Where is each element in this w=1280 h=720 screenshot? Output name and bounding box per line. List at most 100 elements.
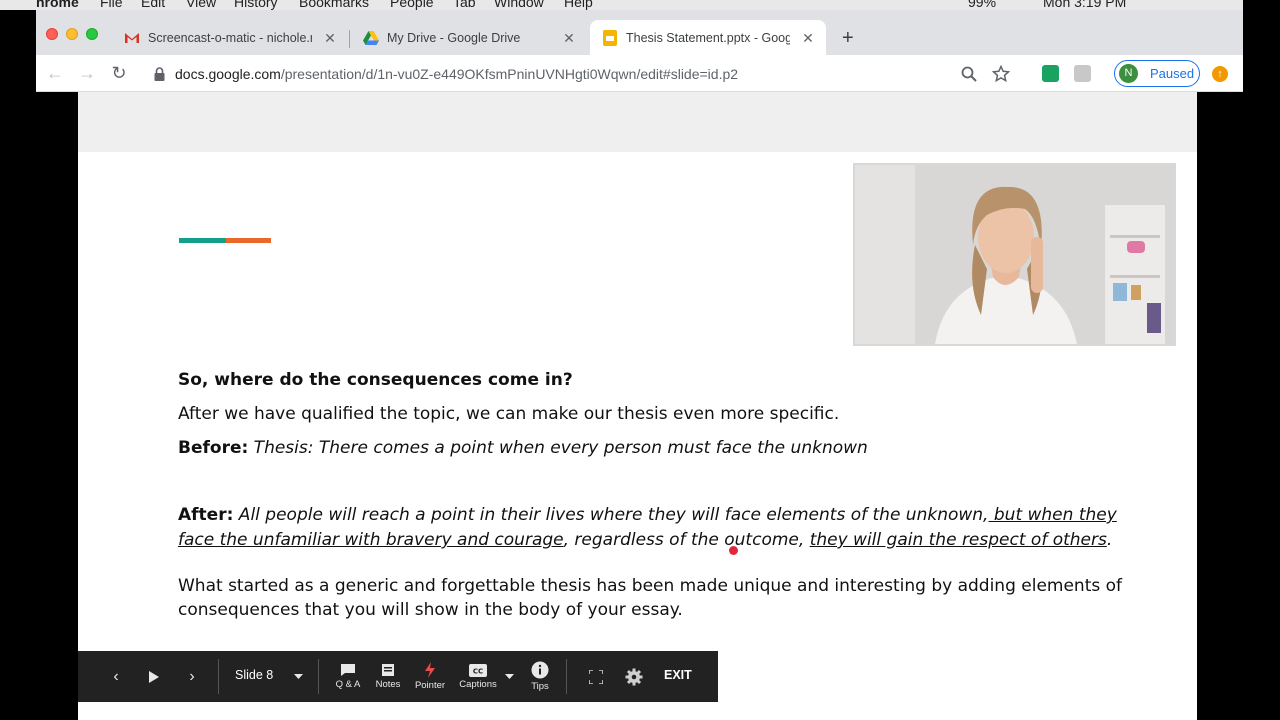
chrome-window: Screencast-o-matic - nichole.r ✕ My Driv…	[36, 10, 1243, 720]
google-slides-icon	[602, 29, 618, 46]
address-bar[interactable]: docs.google.com/presentation/d/1n-vu0Z-e…	[142, 59, 1108, 89]
screen: hrome File Edit View History Bookmarks P…	[0, 0, 1280, 720]
exit-button[interactable]: EXIT	[664, 668, 692, 682]
menu-history[interactable]: History	[234, 0, 278, 10]
close-tab-icon[interactable]: ✕	[561, 30, 577, 46]
extension-icon[interactable]	[1042, 65, 1059, 82]
captions-icon: CC	[469, 663, 487, 677]
captions-button[interactable]: CC Captions	[458, 651, 498, 702]
play-icon[interactable]	[144, 651, 164, 702]
forward-arrow-icon[interactable]: →	[77, 63, 97, 83]
settings-gear-icon[interactable]	[623, 651, 645, 702]
profile-status: Paused	[1150, 66, 1195, 81]
info-icon	[531, 661, 549, 679]
control-divider	[566, 659, 567, 694]
slide-closing-line-2: consequences that you will show in the b…	[178, 600, 683, 620]
window-minimize-button[interactable]	[66, 28, 78, 40]
slide-closing-line-1: What started as a generic and forgettabl…	[178, 576, 1123, 596]
menu-view[interactable]: View	[186, 0, 216, 10]
after-text-2: but when they	[988, 505, 1117, 525]
pointer-button[interactable]: Pointer	[410, 651, 450, 702]
slide-selector[interactable]: Slide 8	[235, 668, 273, 682]
url-text: docs.google.com/presentation/d/1n-vu0Z-e…	[175, 66, 738, 82]
back-arrow-icon[interactable]: ←	[45, 63, 65, 83]
webcam-overlay	[853, 163, 1176, 346]
laser-pointer-dot	[729, 546, 738, 555]
menu-help[interactable]: Help	[564, 0, 593, 10]
tab-divider	[349, 30, 350, 48]
screen-right-edge	[1243, 0, 1280, 720]
qa-icon	[341, 664, 355, 676]
url-path: /presentation/d/1n-vu0Z-e449OKfsmPninUVN…	[280, 66, 739, 82]
slide-before-line: Before: Thesis: There comes a point when…	[178, 438, 868, 458]
after-text-3: face the unfamiliar with bravery and cou…	[178, 530, 564, 550]
notes-label: Notes	[375, 679, 401, 690]
menu-app-chrome[interactable]: hrome	[36, 0, 79, 10]
lock-icon	[154, 67, 165, 86]
zoom-magnifier-icon[interactable]	[960, 65, 978, 83]
laser-pointer-icon	[425, 662, 435, 678]
chrome-update-icon[interactable]: ↑	[1212, 66, 1228, 82]
notes-button[interactable]: Notes	[372, 651, 404, 702]
window-close-button[interactable]	[46, 28, 58, 40]
tab-screencast[interactable]: Screencast-o-matic - nichole.r ✕	[112, 20, 348, 55]
slide-heading: So, where do the consequences come in?	[178, 370, 573, 390]
menu-people[interactable]: People	[390, 0, 434, 10]
bookmark-star-icon[interactable]	[991, 64, 1011, 83]
next-slide-icon[interactable]: ›	[182, 651, 202, 702]
control-divider	[218, 659, 219, 694]
webcam-video-image	[855, 165, 1174, 344]
control-divider	[318, 659, 319, 694]
slide-selector-chevron-icon[interactable]	[290, 651, 306, 702]
url-domain: docs.google.com	[175, 66, 281, 82]
captions-label: Captions	[459, 678, 497, 690]
after-label: After:	[178, 505, 234, 525]
google-drive-icon	[363, 30, 379, 46]
before-label: Before:	[178, 438, 249, 458]
tab-title: My Drive - Google Drive	[387, 30, 521, 45]
profile-button[interactable]: N Paused	[1114, 60, 1200, 87]
tips-label: Tips	[531, 681, 549, 692]
qa-label: Q & A	[335, 679, 361, 690]
heading-text: So, where do the consequences come in?	[178, 370, 573, 390]
extension-icon[interactable]	[1074, 65, 1091, 82]
captions-chevron-icon[interactable]	[502, 651, 516, 702]
after-text-6: .	[1106, 530, 1113, 550]
slide-after-line-1: After: All people will reach a point in …	[178, 505, 1117, 525]
new-tab-icon[interactable]: +	[842, 28, 854, 48]
tab-title: Thesis Statement.pptx - Google	[626, 30, 790, 45]
slide[interactable]: So, where do the consequences come in? A…	[78, 92, 1197, 720]
menu-edit[interactable]: Edit	[141, 0, 165, 10]
menu-file[interactable]: File	[100, 0, 123, 10]
tab-strip: Screencast-o-matic - nichole.r ✕ My Driv…	[36, 10, 1243, 55]
slide-after-line-2: face the unfamiliar with bravery and cou…	[178, 530, 1112, 550]
presentation-viewport: So, where do the consequences come in? A…	[36, 92, 1243, 720]
presentation-control-bar: ‹ › Slide 8 Q & A Notes Pointer CC Capti…	[78, 651, 718, 702]
window-zoom-button[interactable]	[86, 28, 98, 40]
gmail-icon	[124, 30, 140, 46]
tab-my-drive[interactable]: My Drive - Google Drive ✕	[351, 20, 587, 55]
slide-top-band	[78, 92, 1197, 152]
reload-icon[interactable]: ↻	[109, 63, 129, 83]
menubar-clock[interactable]: Mon 3:19 PM	[1043, 0, 1126, 10]
after-text-5: they will gain the respect of others	[809, 530, 1107, 550]
tab-title: Screencast-o-matic - nichole.r	[148, 30, 312, 45]
menu-window[interactable]: Window	[494, 0, 544, 10]
browser-toolbar: ← → ↻ docs.google.com/presentation/d/1n-…	[36, 55, 1243, 92]
menu-bookmarks[interactable]: Bookmarks	[299, 0, 369, 10]
before-text: Thesis: There comes a point when every p…	[248, 438, 868, 458]
slide-line-1: After we have qualified the topic, we ca…	[178, 404, 840, 424]
after-text-1: All people will reach a point in their l…	[233, 505, 989, 525]
close-tab-icon[interactable]: ✕	[322, 30, 338, 46]
pointer-label: Pointer	[414, 680, 446, 691]
tab-thesis-statement[interactable]: Thesis Statement.pptx - Google ✕	[590, 20, 826, 55]
previous-slide-icon[interactable]: ‹	[106, 651, 126, 702]
fullscreen-icon[interactable]	[586, 651, 606, 702]
after-text-4: , regardless of the outcome,	[563, 530, 810, 550]
macos-menu-bar: hrome File Edit View History Bookmarks P…	[0, 0, 1280, 10]
qa-button[interactable]: Q & A	[332, 651, 364, 702]
close-tab-icon[interactable]: ✕	[800, 30, 816, 46]
tips-button[interactable]: Tips	[526, 651, 554, 702]
menu-tab[interactable]: Tab	[453, 0, 476, 10]
battery-percent: 99%	[968, 0, 997, 10]
